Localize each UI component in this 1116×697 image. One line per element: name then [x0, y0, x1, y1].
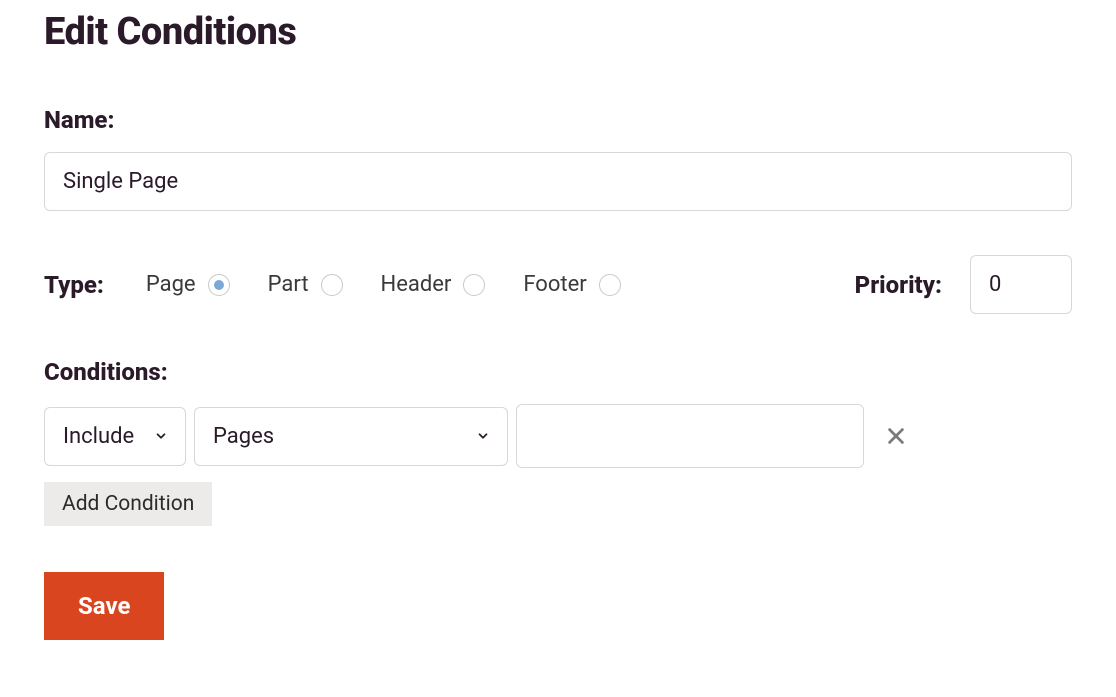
conditions-label: Conditions:: [44, 358, 1072, 386]
type-radio-part-label: Part: [268, 272, 309, 297]
remove-condition-button[interactable]: [880, 420, 912, 452]
condition-row: Include Pages: [44, 404, 1072, 468]
radio-icon: [463, 274, 485, 296]
priority-group: Priority:: [855, 255, 1072, 314]
radio-icon: [599, 274, 621, 296]
name-input[interactable]: [44, 152, 1072, 211]
type-radio-part[interactable]: Part: [268, 272, 343, 297]
type-group: Type: Page Part Header Footer: [44, 271, 621, 299]
type-radio-footer[interactable]: Footer: [523, 272, 620, 297]
type-radio-header-label: Header: [381, 272, 452, 297]
add-condition-button[interactable]: Add Condition: [44, 482, 212, 526]
type-radio-header[interactable]: Header: [381, 272, 486, 297]
type-priority-row: Type: Page Part Header Footer Priority:: [44, 255, 1072, 314]
radio-icon: [321, 274, 343, 296]
name-label: Name:: [44, 106, 1072, 134]
type-radio-footer-label: Footer: [523, 272, 586, 297]
close-icon: [885, 425, 907, 447]
condition-target-select-wrapper: Pages: [194, 407, 508, 466]
type-label: Type:: [44, 271, 104, 299]
condition-target-select[interactable]: Pages: [194, 407, 508, 466]
page-title: Edit Conditions: [44, 10, 1072, 54]
type-radio-page-label: Page: [146, 272, 196, 297]
radio-icon: [208, 274, 230, 296]
priority-label: Priority:: [855, 271, 942, 299]
priority-input[interactable]: [970, 255, 1072, 314]
save-button[interactable]: Save: [44, 572, 164, 640]
condition-mode-select-wrapper: Include: [44, 407, 186, 466]
condition-mode-select[interactable]: Include: [44, 407, 186, 466]
condition-value-input[interactable]: [516, 404, 864, 468]
type-radio-page[interactable]: Page: [146, 272, 230, 297]
